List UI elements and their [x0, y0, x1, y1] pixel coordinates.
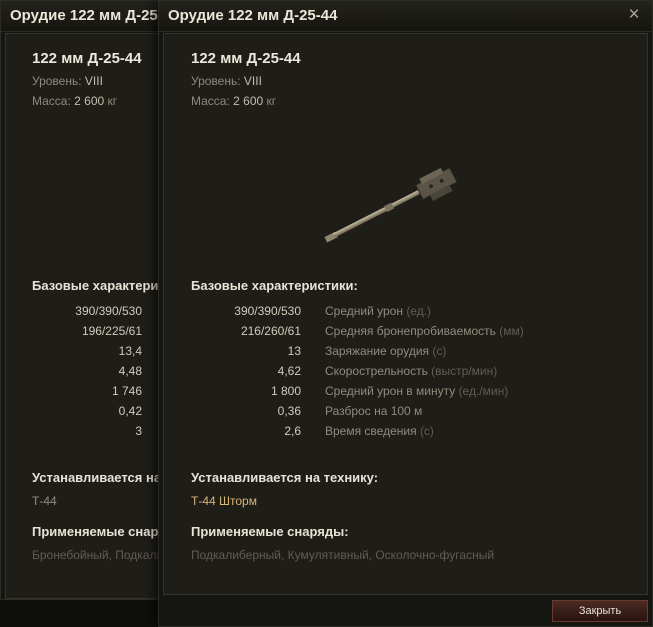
stat-label: Средний урон в минуту (ед./мин): [325, 384, 509, 398]
back-vehicle-link[interactable]: Т-44: [32, 494, 57, 508]
back-gun-name: 122 мм Д-25-44: [32, 50, 142, 67]
stat-label: Разброс на 100 м: [325, 404, 423, 418]
stat-value: 1 800: [270, 384, 301, 398]
back-window: Орудие 122 мм Д-25- 122 мм Д-25-44 Урове…: [0, 0, 170, 600]
stat-row: 0,36 Разброс на 100 м: [164, 404, 647, 424]
front-window-titlebar: Орудие 122 мм Д-25-44 ×: [159, 1, 652, 32]
back-stat-value: 3: [135, 424, 142, 438]
close-button[interactable]: Закрыть: [552, 600, 648, 622]
front-window-title: Орудие 122 мм Д-25-44: [168, 7, 338, 24]
back-stat-value: 390/390/530: [75, 304, 142, 318]
back-shells-list: Бронебойный, Подкали: [32, 548, 164, 562]
gun-mass: Масса: 2 600 кг: [191, 94, 276, 108]
back-stat-value: 4,48: [118, 364, 142, 378]
back-stat-value: 1 746: [111, 384, 142, 398]
back-window-title: Орудие 122 мм Д-25-: [10, 7, 163, 24]
stat-value: 390/390/530: [234, 304, 301, 318]
back-shells-heading: Применяемые снаряды: [32, 524, 170, 539]
stat-value: 4,62: [277, 364, 301, 378]
front-window-panel: 122 мм Д-25-44 Уровень: VIII Масса: 2 60…: [163, 33, 648, 595]
stat-row: 13 Заряжание орудия (с): [164, 344, 647, 364]
back-mass: Масса: 2 600 кг: [32, 94, 118, 108]
stat-label: Скорострельность (выстр/мин): [325, 364, 498, 378]
stat-label: Заряжание орудия (с): [325, 344, 447, 358]
stat-value: 13: [287, 344, 301, 358]
back-stat-value: 0,42: [118, 404, 142, 418]
stat-label: Средняя бронепробиваемость (мм): [325, 324, 524, 338]
level-value: VIII: [243, 74, 262, 88]
stat-value: 216/260/61: [240, 324, 301, 338]
stats-heading: Базовые характеристики:: [191, 278, 358, 293]
back-stat-value: 13,4: [118, 344, 142, 358]
stat-row: 390/390/530 Средний урон (ед.): [164, 304, 647, 324]
mass-label: Масса:: [191, 94, 230, 108]
close-icon[interactable]: ×: [624, 4, 644, 26]
gun-level: Уровень: VIII: [191, 74, 262, 88]
mass-unit: кг: [266, 94, 277, 108]
stat-value: 0,36: [277, 404, 301, 418]
stat-row: 216/260/61 Средняя бронепробиваемость (м…: [164, 324, 647, 344]
stat-row: 2,6 Время сведения (с): [164, 424, 647, 444]
back-level: Уровень: VIII: [32, 74, 103, 88]
mass-value: 2 600: [233, 94, 264, 108]
stat-label: Средний урон (ед.): [325, 304, 432, 318]
back-stat-value: 196/225/61: [81, 324, 142, 338]
installed-heading: Устанавливается на технику:: [191, 470, 379, 485]
back-stats-heading: Базовые характеристи: [32, 278, 170, 293]
stat-row: 4,62 Скорострельность (выстр/мин): [164, 364, 647, 384]
shells-list: Подкалиберный, Кумулятивный, Осколочно-ф…: [191, 548, 495, 562]
vehicle-link[interactable]: Т-44 Шторм: [191, 494, 257, 508]
shells-heading: Применяемые снаряды:: [191, 524, 349, 539]
gun-image: [324, 167, 458, 243]
stat-row: 1 800 Средний урон в минуту (ед./мин): [164, 384, 647, 404]
level-label: Уровень:: [191, 74, 241, 88]
back-window-panel: 122 мм Д-25-44 Уровень: VIII Масса: 2 60…: [5, 33, 170, 599]
back-window-titlebar: Орудие 122 мм Д-25-: [1, 1, 169, 32]
gun-name: 122 мм Д-25-44: [191, 50, 301, 67]
stat-value: 2,6: [284, 424, 301, 438]
back-installed-heading: Устанавливается на т: [32, 470, 170, 485]
stat-label: Время сведения (с): [325, 424, 434, 438]
front-window: Орудие 122 мм Д-25-44 × 122 мм Д-25-44 У…: [158, 0, 653, 627]
